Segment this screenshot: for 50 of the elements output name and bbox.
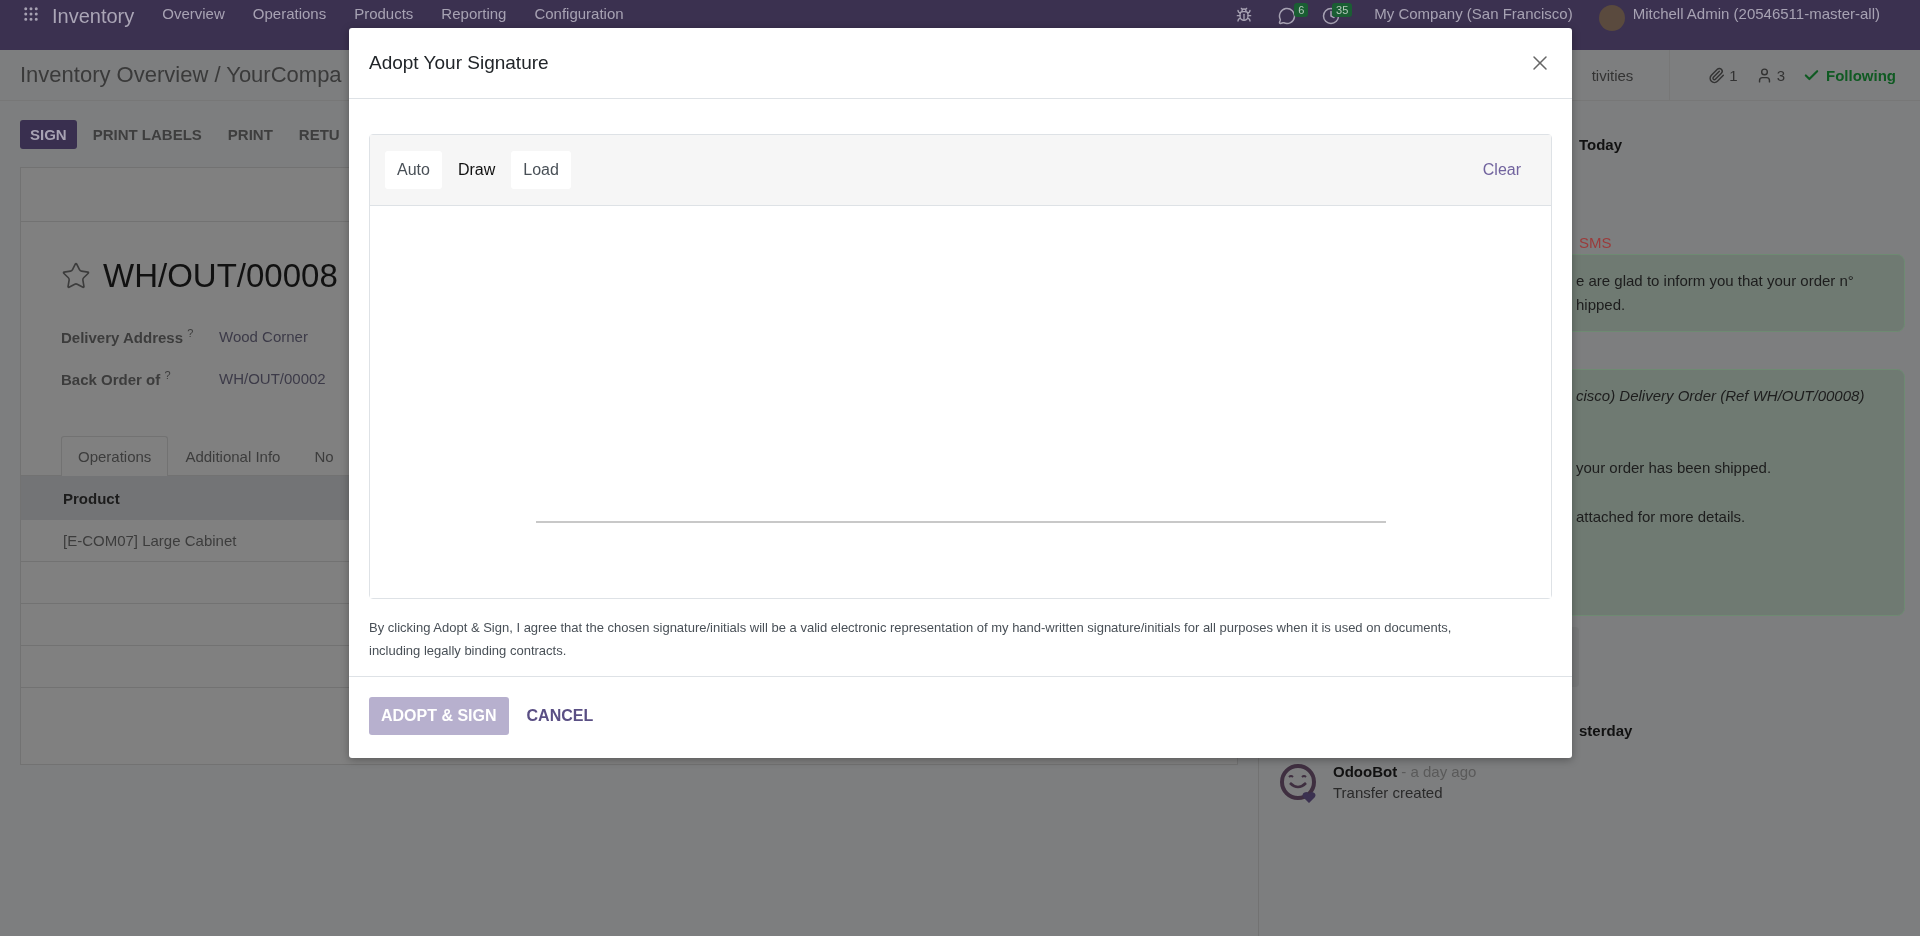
message-text: attached for more details.	[1576, 508, 1747, 526]
table-cell: [E-COM07] Large Cabinet	[63, 532, 237, 549]
activity-count-badge: 35	[1332, 3, 1353, 17]
bug-icon[interactable]	[1236, 7, 1253, 23]
smiley-avatar-icon	[1279, 763, 1319, 803]
form-tab[interactable]: Additional Info	[168, 436, 298, 476]
form-tab[interactable]: Operations	[61, 436, 169, 476]
activities-link[interactable]: tivities	[1591, 66, 1652, 84]
clear-link[interactable]: Clear	[1482, 161, 1536, 179]
field-label: Back Order of $^{?}$	[61, 368, 172, 388]
action-button[interactable]: SIGN	[20, 119, 77, 149]
follower-count[interactable]: 3	[1776, 66, 1785, 84]
action-button[interactable]: RETU	[288, 119, 350, 149]
action-button[interactable]: PRINT LABELS	[82, 119, 212, 149]
menu-item[interactable]: Overview	[162, 5, 225, 22]
dialog-title: Adopt Your Signature	[369, 52, 549, 74]
cancel-button[interactable]: CANCEL	[514, 697, 606, 735]
date-separator: sterday	[1579, 722, 1634, 739]
menu-item[interactable]: Operations	[252, 5, 327, 22]
app-name[interactable]: Inventory	[52, 5, 135, 28]
field-label: Delivery Address $^{?}$	[61, 326, 195, 346]
date-separator: Today	[1579, 136, 1624, 153]
message-text: Transfer created	[1333, 784, 1444, 801]
menu-item[interactable]: Products	[354, 5, 414, 22]
company-switcher[interactable]: My Company (San Francisco)	[1374, 5, 1573, 22]
signature-mode-tab[interactable]: Load	[511, 151, 571, 189]
field-value[interactable]: WH/OUT/00002	[219, 369, 326, 387]
action-button[interactable]: PRINT	[217, 119, 283, 149]
chat-icon[interactable]	[1278, 7, 1297, 25]
star-icon[interactable]	[61, 261, 91, 291]
record-title: WH/OUT/00008	[103, 257, 338, 295]
menu-item[interactable]: Reporting	[441, 5, 507, 22]
breadcrumb[interactable]: Inventory Overview / YourCompa	[20, 62, 342, 88]
menu-item[interactable]: Configuration	[534, 5, 624, 22]
attachment-count[interactable]: 1	[1729, 66, 1738, 84]
message-text: e are glad to inform you that your order n°	[1576, 272, 1855, 290]
user-menu[interactable]: Mitchell Admin (20546511-master-all)	[1632, 5, 1880, 22]
signature-mode-tab[interactable]: Auto	[385, 151, 442, 189]
sms-label: SMS	[1579, 234, 1613, 251]
message-text: hipped.	[1576, 296, 1627, 314]
legal-notice: By clicking Adopt & Sign, I agree that the chosen signature/initials will be a valid electronic representation of my hand-written signature/initials for all purposes when it is used on documents, including legally binding contracts.	[369, 619, 1453, 660]
signature-mode-tab[interactable]: Draw	[445, 151, 508, 189]
apps-menu-icon[interactable]	[22, 5, 40, 23]
form-tab[interactable]: No	[297, 436, 351, 476]
message-text: cisco) Delivery Order (Ref WH/OUT/00008)	[1576, 387, 1866, 405]
field-value[interactable]: Wood Corner	[219, 327, 308, 345]
message-text: your order has been shipped.	[1576, 459, 1773, 477]
column-header: Product	[63, 489, 120, 507]
message-count-badge: 6	[1294, 3, 1309, 17]
paperclip-icon[interactable]	[1708, 66, 1726, 84]
